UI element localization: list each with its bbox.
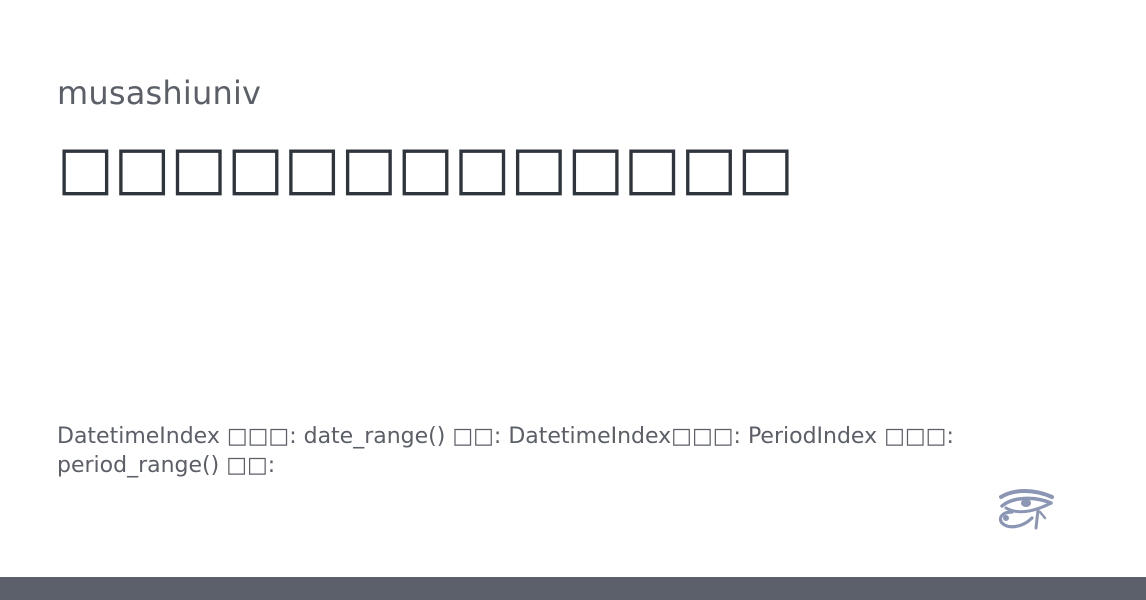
eye-of-horus-icon bbox=[998, 489, 1054, 530]
article-description: DatetimeIndex □□□: date_range() □□: Date… bbox=[57, 424, 954, 478]
footer-bar bbox=[0, 577, 1146, 600]
link-preview-card: musashiuniv □□□□□□□□□□□□□ DatetimeIndex … bbox=[0, 0, 1146, 600]
author-name: musashiuniv bbox=[57, 74, 262, 112]
article-title: □□□□□□□□□□□□□ bbox=[57, 133, 794, 203]
